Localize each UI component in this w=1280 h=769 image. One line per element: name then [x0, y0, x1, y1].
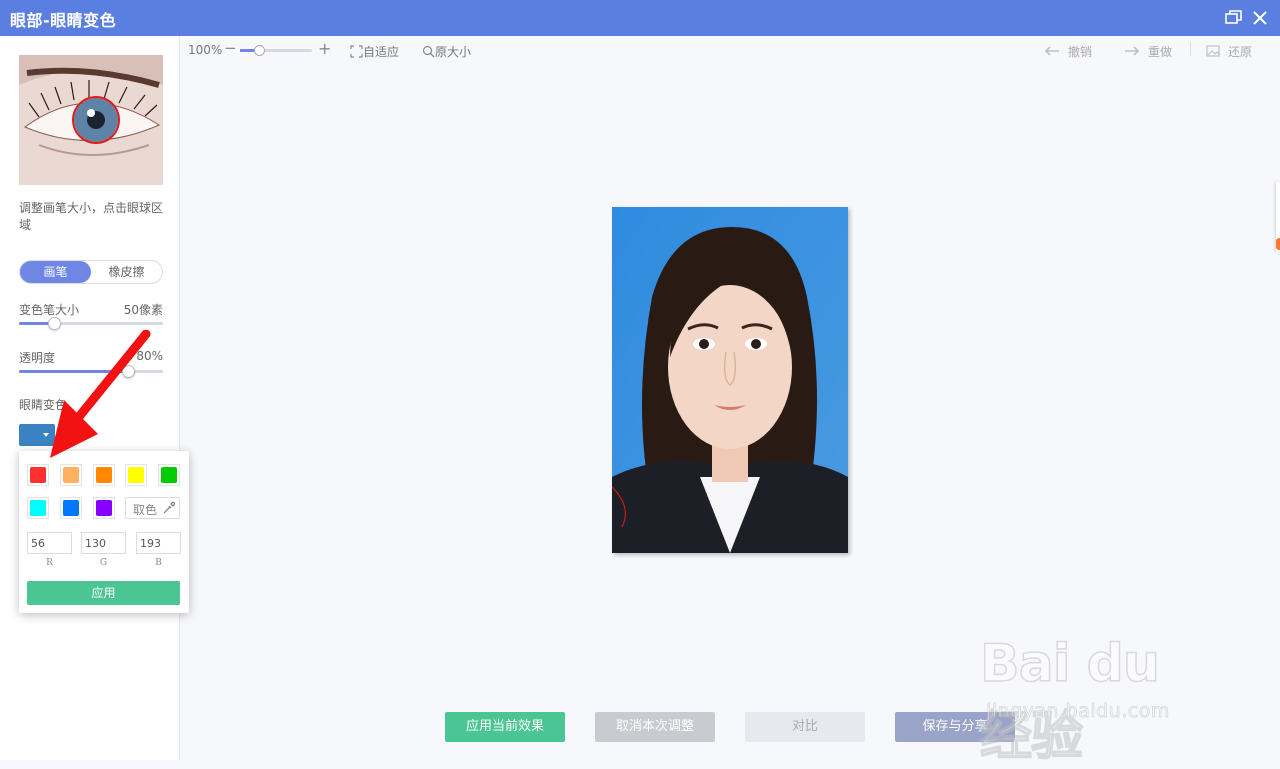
side-panel-indicator — [1276, 238, 1280, 250]
swatch-cyan[interactable] — [27, 497, 49, 519]
swatch-red[interactable] — [27, 464, 49, 486]
restore-window-icon[interactable] — [1224, 8, 1244, 28]
redo-label: 重做 — [1148, 45, 1173, 59]
brush-size-label: 变色笔大小 — [19, 303, 80, 317]
toolbar-divider — [1190, 42, 1191, 56]
apply-color-button[interactable]: 应用 — [27, 581, 180, 605]
hint-text: 调整画笔大小，点击眼球区域 — [19, 201, 164, 232]
eyedropper-label: 取色 — [133, 503, 158, 517]
green-label: G — [99, 558, 108, 568]
red-label: R — [46, 558, 53, 568]
zoom-thumb[interactable] — [254, 45, 265, 56]
close-icon[interactable] — [1250, 8, 1270, 28]
undo-button[interactable]: 撤销 — [1044, 43, 1092, 60]
portrait-photo[interactable] — [612, 207, 848, 553]
watermark-url: jingyan.baidu.com — [986, 700, 1170, 723]
sidebar: 调整画笔大小，点击眼球区域 画笔 橡皮擦 变色笔大小 50像素 透明度 80% … — [0, 36, 180, 760]
opacity-slider[interactable] — [19, 365, 163, 378]
zoom-out-button[interactable]: − — [224, 39, 237, 57]
title-bar: 眼部-眼睛变色 — [0, 0, 1280, 36]
swatch-yellow[interactable] — [125, 464, 147, 486]
eyedropper-button[interactable]: 取色 — [125, 497, 180, 519]
fit-icon — [350, 45, 363, 58]
arrow-left-icon — [1044, 46, 1059, 56]
brush-mode-button[interactable]: 画笔 — [20, 261, 91, 283]
eyedropper-icon — [163, 501, 175, 514]
fit-label: 自适应 — [363, 45, 400, 59]
window-title: 眼部-眼睛变色 — [10, 11, 117, 30]
magnifier-icon — [422, 45, 435, 58]
swatch-blue[interactable] — [60, 497, 82, 519]
restore-label: 还原 — [1228, 45, 1253, 59]
original-size-button[interactable]: 原大小 — [422, 43, 471, 60]
redo-button[interactable]: 重做 — [1124, 43, 1172, 60]
eye-color-label: 眼睛变色 — [19, 398, 68, 412]
original-size-label: 原大小 — [435, 45, 472, 59]
blue-input[interactable] — [136, 532, 181, 554]
toolbar: 100% − + 自适应 原大小 撤销 重做 还原 — [180, 36, 1280, 64]
red-input[interactable] — [27, 532, 72, 554]
restore-button[interactable]: 还原 — [1206, 43, 1252, 60]
blue-label: B — [155, 558, 162, 568]
zoom-in-button[interactable]: + — [318, 39, 331, 58]
caret-down-icon — [43, 433, 49, 437]
opacity-thumb[interactable] — [122, 365, 136, 378]
opacity-value: 80% — [136, 349, 163, 363]
zoom-level: 100% — [188, 43, 223, 57]
swatch-green[interactable] — [158, 464, 180, 486]
compare-button[interactable]: 对比 — [745, 712, 865, 742]
baidu-watermark: Bai du 经验 jingyan.baidu.com — [979, 620, 1220, 768]
zoom-slider[interactable] — [240, 45, 312, 56]
mode-toggle: 画笔 橡皮擦 — [19, 260, 163, 284]
eye-color-dropdown[interactable] — [19, 424, 55, 446]
arrow-right-icon — [1125, 46, 1140, 56]
eye-preview-image — [19, 55, 163, 185]
swatch-orange[interactable] — [93, 464, 115, 486]
undo-label: 撤销 — [1068, 45, 1093, 59]
opacity-label: 透明度 — [19, 351, 56, 365]
color-picker-popup: 取色 R G B 应用 — [19, 451, 189, 613]
cancel-adjust-button[interactable]: 取消本次调整 — [595, 712, 715, 742]
swatch-light-orange[interactable] — [60, 464, 82, 486]
green-input[interactable] — [81, 532, 126, 554]
swatch-purple[interactable] — [93, 497, 115, 519]
eraser-mode-button[interactable]: 橡皮擦 — [91, 261, 162, 283]
opacity-fill — [19, 370, 129, 373]
image-icon — [1206, 45, 1220, 57]
brush-size-value: 50像素 — [123, 303, 163, 317]
apply-effect-button[interactable]: 应用当前效果 — [445, 712, 565, 742]
fit-button[interactable]: 自适应 — [350, 43, 399, 60]
brush-size-thumb[interactable] — [47, 317, 61, 330]
brush-size-slider[interactable] — [19, 317, 163, 330]
